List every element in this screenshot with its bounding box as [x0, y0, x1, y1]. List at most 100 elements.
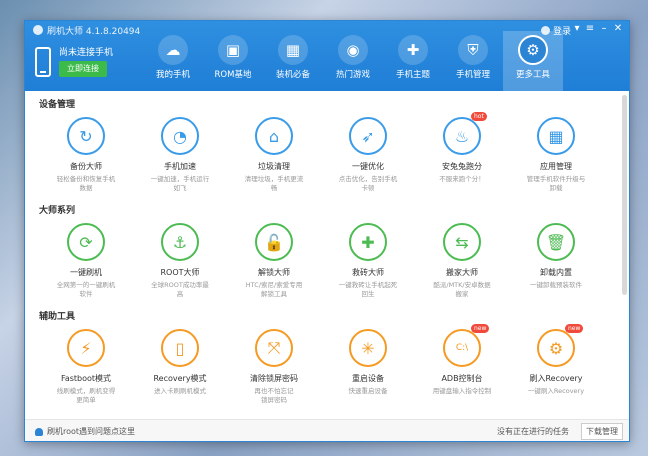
tool-description-line: 卸载 — [549, 183, 563, 192]
tool-description-line: 一键卸载预装软件 — [530, 281, 582, 289]
tool-item[interactable]: ▦ 应用管理 管理手机软件升级与 卸载 — [509, 117, 603, 193]
tool-description: 一键加速，手机运行 如飞 — [133, 175, 227, 193]
tool-name: 一键刷机 — [70, 268, 102, 277]
nav-item-0[interactable]: ☁ 我的手机 — [143, 31, 203, 91]
tool-item[interactable]: ⚙ new 刷入Recovery 一键刷入Recovery — [509, 324, 603, 405]
tool-description: 快速重启设备 — [321, 387, 415, 396]
header: 刷机大师 4.1.8.20494 登录 ▾ ≡ – ✕ 尚未连接手机 立即连接 … — [25, 21, 629, 91]
tool-item[interactable]: 🗑 卸载内置 一键卸载预装软件 — [509, 223, 603, 299]
scrollbar-thumb[interactable] — [622, 95, 627, 295]
scrollbar[interactable] — [622, 91, 627, 381]
nav-item-1[interactable]: ▣ ROM基地 — [203, 31, 263, 91]
broom-icon: ⌂ — [255, 117, 293, 155]
shield-icon: ⛨ — [458, 35, 488, 65]
tool-item[interactable]: ▯ Recovery模式 进入卡刷刷机模式 — [133, 329, 227, 405]
refresh-icon: ⟳ — [67, 223, 105, 261]
tool-item[interactable]: ⟳ 一键刷机全网第一的一键刷机 软件 — [39, 223, 133, 299]
phone-rescue-icon: ✚ — [349, 223, 387, 261]
section-title: 大师系列 — [39, 206, 76, 216]
nav-label: 装机必备 — [275, 70, 310, 80]
tools-icon: ⚙ — [518, 35, 548, 65]
tool-item[interactable]: ⤧ 清除锁屏密码再也不怕忘记 锁屏密码 — [227, 329, 321, 405]
tool-description-line: 一键救砖让手机起死 — [338, 281, 398, 289]
tool-grid: ⚡ Fastboot模式 线刷模式，刷机变得 更简单 ▯ Recovery模式 进入卡刷刷机… — [39, 324, 603, 405]
nav-item-2[interactable]: ▦ 装机必备 — [263, 31, 323, 91]
tool-name: Recovery模式 — [153, 374, 207, 383]
cloud-icon: ☁ — [158, 35, 188, 65]
tool-description-line: 数据 — [79, 183, 93, 192]
app-logo-icon — [33, 25, 43, 35]
unlock-icon: 🔓 — [255, 223, 293, 261]
tool-description: 再也不怕忘记 锁屏密码 — [227, 387, 321, 405]
tool-description: 一键救砖让手机起死 回生 — [321, 281, 415, 299]
download-manager-button[interactable]: 下载管理 — [581, 423, 623, 440]
phone-icon — [35, 47, 51, 77]
main-nav: ☁ 我的手机 ▣ ROM基地 ▦ 装机必备 ◉ 热门游戏 ✚ 手机主题 ⛨ 手机管理 ⚙ 更多工具 — [143, 31, 629, 91]
connect-button[interactable]: 立即连接 — [59, 61, 107, 77]
tool-item[interactable]: ➶ 一键优化 点击优化，告别手机 卡顿 — [321, 117, 415, 193]
recovery-icon: ▯ — [161, 329, 199, 367]
nav-label: 更多工具 — [515, 70, 550, 80]
tool-name: 安兔兔跑分 — [442, 162, 482, 171]
tool-description: 全网第一的一键刷机 软件 — [39, 281, 133, 299]
tool-grid: ↻ 备份大师 轻松备份和恢复手机 数据 ◔ 手机加速 一键加速，手机运行 如飞 ⌂ 垃圾清理 清理垃… — [39, 112, 603, 193]
tool-name: Fastboot模式 — [60, 374, 112, 383]
nav-item-3[interactable]: ◉ 热门游戏 — [323, 31, 383, 91]
tool-item[interactable]: ⇆ 搬家大师 酷派/MTK/安卓数据 搬家 — [415, 223, 509, 299]
tool-item[interactable]: ✳ 重启设备 快速重启设备 — [321, 329, 415, 405]
tool-name: 备份大师 — [70, 162, 102, 171]
tool-description: 管理手机软件升级与 卸载 — [509, 175, 603, 193]
restart-icon: ✳ — [349, 329, 387, 367]
tool-description-line: 用键盘输入指令控制 — [432, 387, 492, 395]
terminal-icon: C:\ — [443, 329, 481, 367]
nav-item-5[interactable]: ⛨ 手机管理 — [443, 31, 503, 91]
app-window: 刷机大师 4.1.8.20494 登录 ▾ ≡ – ✕ 尚未连接手机 立即连接 … — [24, 20, 630, 442]
help-link[interactable]: 刷机root遇到问题点这里 — [35, 426, 135, 437]
badge: hot — [471, 112, 487, 121]
shopping-bag-icon: ▣ — [218, 35, 248, 65]
tool-description: 酷派/MTK/安卓数据 搬家 — [415, 281, 509, 299]
tool-description-line: 畅 — [270, 183, 278, 192]
badge: new — [471, 324, 490, 333]
tool-item[interactable]: ◔ 手机加速 一键加速，手机运行 如飞 — [133, 117, 227, 193]
tool-description-line: 酷派/MTK/安卓数据 — [433, 281, 491, 289]
tool-name: 垃圾清理 — [258, 162, 290, 171]
tool-description-line: 进入卡刷刷机模式 — [154, 387, 206, 395]
lightning-icon: ⚡ — [67, 329, 105, 367]
nav-item-4[interactable]: ✚ 手机主题 — [383, 31, 443, 91]
nav-label: 手机管理 — [455, 70, 490, 80]
tool-item[interactable]: ⌂ 垃圾清理 清理垃圾，手机更流畅 — [227, 117, 321, 193]
tool-name: ROOT大师 — [160, 268, 200, 277]
tool-item[interactable]: ✚ 救砖大师一键救砖让手机起死 回生 — [321, 223, 415, 299]
tool-description: 一键刷入Recovery — [509, 387, 603, 396]
pattern-lock-icon: ⤧ — [255, 329, 293, 367]
section-title: 设备管理 — [39, 100, 76, 110]
tool-description-line: 不服来跑个分！ — [439, 175, 485, 183]
tool-item[interactable]: ⚓ ROOT大师 全球ROOT成功率最高 — [133, 223, 227, 299]
tool-description: 全球ROOT成功率最高 — [133, 281, 227, 299]
tool-item[interactable]: C:\ new ADB控制台 用键盘输入指令控制 — [415, 324, 509, 405]
tool-description-line: 高 — [176, 289, 184, 298]
help-text: 刷机root遇到问题点这里 — [47, 427, 136, 436]
nav-label: 热门游戏 — [335, 70, 370, 80]
tool-description-line: 锁屏密码 — [261, 395, 287, 404]
tool-item[interactable]: 🔓 解锁大师 HTC/索尼/索爱专用 解锁工具 — [227, 223, 321, 299]
antutu-icon: ♨ — [443, 117, 481, 155]
tool-description-line: 线刷模式，刷机变得 — [56, 387, 116, 395]
tool-name: 刷入Recovery — [529, 374, 583, 383]
nav-label: 我的手机 — [155, 70, 190, 80]
nav-item-6[interactable]: ⚙ 更多工具 — [503, 31, 563, 91]
tool-item[interactable]: ⚡ Fastboot模式 线刷模式，刷机变得 更简单 — [39, 329, 133, 405]
tool-description-line: 全球ROOT成功率最 — [151, 281, 209, 289]
tool-description-line: 解锁工具 — [261, 289, 287, 298]
phone-status-card: 尚未连接手机 立即连接 — [33, 43, 143, 87]
tool-name: 应用管理 — [540, 162, 572, 171]
tool-description-line: 一键刷入Recovery — [527, 387, 585, 395]
tool-item[interactable]: ↻ 备份大师 轻松备份和恢复手机 数据 — [39, 117, 133, 193]
task-status: 没有正在进行的任务 — [497, 427, 569, 436]
tool-name: 救砖大师 — [352, 268, 384, 277]
tool-description-line: 一键加速，手机运行 — [150, 175, 210, 183]
tool-name: 清除锁屏密码 — [250, 374, 298, 383]
tool-item[interactable]: ♨ hot 安兔兔跑分不服来跑个分！ — [415, 112, 509, 193]
tool-description-line: 如飞 — [173, 183, 187, 192]
